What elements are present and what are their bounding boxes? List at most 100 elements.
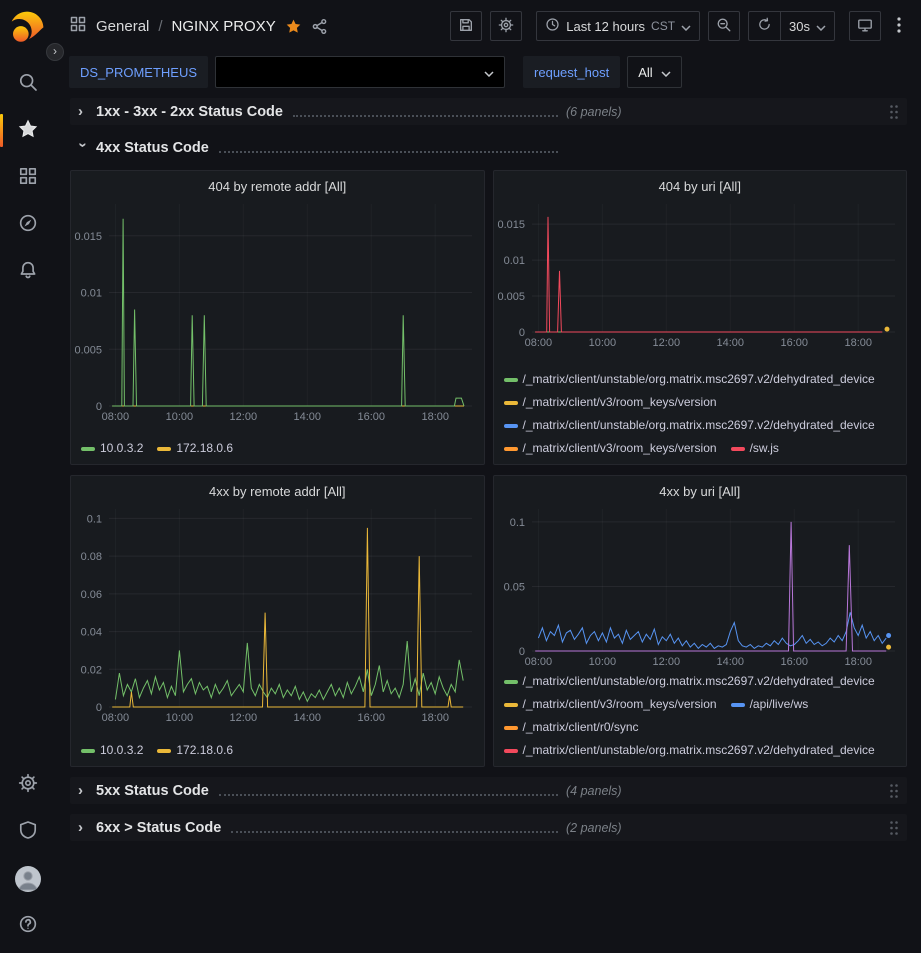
sidebar-item-dashboards[interactable] — [0, 154, 55, 201]
variable-label-request-host[interactable]: request_host — [523, 56, 620, 88]
legend-label: 10.0.3.2 — [100, 439, 143, 458]
refresh-control: 30s — [748, 11, 835, 41]
legend-label: /_matrix/client/unstable/org.matrix.msc2… — [523, 741, 875, 760]
legend-item[interactable]: /_matrix/client/unstable/org.matrix.msc2… — [504, 741, 875, 760]
legend-swatch — [504, 703, 518, 707]
save-dashboard-button[interactable] — [450, 11, 482, 41]
sidebar-item-search[interactable] — [0, 60, 55, 107]
chevron-down-icon — [681, 19, 691, 34]
refresh-interval-dropdown[interactable]: 30s — [780, 11, 835, 41]
sidebar-item-configuration[interactable] — [0, 761, 55, 808]
variable-value-request-host[interactable]: All — [627, 56, 681, 88]
svg-text:0: 0 — [96, 401, 102, 413]
share-icon[interactable] — [311, 18, 328, 35]
svg-text:08:00: 08:00 — [102, 712, 130, 724]
svg-text:0.04: 0.04 — [81, 627, 102, 639]
chevron-right-icon: › — [78, 782, 88, 799]
legend-label: /_matrix/client/unstable/org.matrix.msc2… — [523, 672, 875, 691]
panel-title[interactable]: 404 by uri [All] — [494, 171, 907, 196]
panel-grid-row-2: 4xx by remote addr [All] 08:0010:0012:00… — [70, 475, 907, 767]
time-range-picker[interactable]: Last 12 hours CST — [536, 11, 700, 41]
chevron-down-icon: › — [75, 143, 92, 153]
row-drag-handle[interactable] — [889, 820, 899, 836]
row-leader-dots — [231, 831, 558, 833]
legend-item[interactable]: /_matrix/client/v3/room_keys/version — [504, 393, 717, 412]
tv-mode-button[interactable] — [849, 11, 881, 41]
variable-label-datasource[interactable]: DS_PROMETHEUS — [69, 56, 208, 88]
breadcrumb-title[interactable]: NGINX PROXY — [172, 18, 276, 35]
panel-title[interactable]: 404 by remote addr [All] — [71, 171, 484, 196]
chevron-right-icon: › — [78, 819, 88, 836]
legend-item[interactable]: /sw.js — [731, 439, 779, 458]
dashboard-row-6xx[interactable]: › 6xx > Status Code (2 panels) — [70, 814, 907, 841]
refresh-button[interactable] — [748, 11, 780, 41]
legend-swatch — [504, 378, 518, 382]
legend-item[interactable]: /_matrix/client/unstable/org.matrix.msc2… — [504, 416, 875, 435]
sidebar-item-alerting[interactable] — [0, 248, 55, 295]
legend-item[interactable]: 10.0.3.2 — [81, 741, 143, 760]
legend-item[interactable]: 172.18.0.6 — [157, 741, 233, 760]
breadcrumb-section[interactable]: General — [96, 18, 149, 35]
legend-item[interactable]: /_matrix/client/r0/sync — [504, 718, 639, 737]
dashboard-row-5xx[interactable]: › 5xx Status Code (4 panels) — [70, 777, 907, 804]
legend-item[interactable]: 10.0.3.2 — [81, 439, 143, 458]
legend-item[interactable]: /_matrix/client/v3/room_keys/version — [504, 695, 717, 714]
sidebar-item-server-admin[interactable] — [0, 808, 55, 855]
grafana-logo[interactable] — [9, 8, 47, 46]
legend-item[interactable]: 172.18.0.6 — [157, 439, 233, 458]
zoom-out-button[interactable] — [708, 11, 740, 41]
svg-text:16:00: 16:00 — [780, 337, 808, 349]
svg-text:12:00: 12:00 — [230, 712, 258, 724]
legend-label: /_matrix/client/v3/room_keys/version — [523, 439, 717, 458]
svg-text:14:00: 14:00 — [716, 337, 744, 349]
bell-icon — [18, 260, 38, 283]
svg-text:10:00: 10:00 — [588, 656, 616, 668]
legend-item[interactable]: /api/live/ws — [731, 695, 809, 714]
row-panel-count: (4 panels) — [566, 784, 622, 798]
sidebar-item-profile[interactable] — [0, 855, 55, 902]
variables-bar: DS_PROMETHEUS request_host All — [55, 52, 921, 92]
legend-item[interactable]: /_matrix/client/unstable/org.matrix.msc2… — [504, 370, 875, 389]
more-options-button[interactable] — [889, 17, 909, 36]
svg-text:14:00: 14:00 — [716, 656, 744, 668]
legend-label: 172.18.0.6 — [176, 439, 233, 458]
svg-text:10:00: 10:00 — [588, 337, 616, 349]
row-drag-handle[interactable] — [889, 783, 899, 799]
legend-item[interactable]: /_matrix/client/unstable/org.matrix.msc2… — [504, 672, 875, 691]
sidebar-expand-button[interactable]: › — [46, 43, 64, 61]
svg-text:08:00: 08:00 — [524, 656, 552, 668]
time-series-chart[interactable]: 08:0010:0012:0014:0016:0018:0000.0050.01… — [71, 196, 484, 424]
sidebar-item-help[interactable] — [0, 902, 55, 949]
monitor-icon — [857, 17, 873, 36]
time-series-chart[interactable]: 08:0010:0012:0014:0016:0018:0000.050.1 — [494, 501, 907, 669]
row-panel-count: (2 panels) — [566, 821, 622, 835]
panel-title[interactable]: 4xx by uri [All] — [494, 476, 907, 501]
panel-title[interactable]: 4xx by remote addr [All] — [71, 476, 484, 501]
variable-value-datasource[interactable] — [215, 56, 505, 88]
legend-item[interactable]: /_matrix/client/v3/room_keys/version — [504, 439, 717, 458]
legend-swatch — [81, 447, 95, 451]
favorite-star-icon[interactable] — [285, 18, 302, 35]
svg-text:16:00: 16:00 — [780, 656, 808, 668]
svg-text:18:00: 18:00 — [421, 411, 449, 423]
svg-text:0.05: 0.05 — [503, 581, 524, 593]
time-series-chart[interactable]: 08:0010:0012:0014:0016:0018:0000.0050.01… — [494, 196, 907, 350]
dashboard-row-4xx[interactable]: › 4xx Status Code — [70, 134, 907, 161]
row-drag-handle[interactable] — [889, 104, 899, 120]
panel-grid-row-1: 404 by remote addr [All] 08:0010:0012:00… — [70, 170, 907, 465]
time-series-chart[interactable]: 08:0010:0012:0014:0016:0018:0000.020.040… — [71, 501, 484, 725]
legend-swatch — [81, 749, 95, 753]
star-icon — [18, 119, 38, 142]
row-leader-dots — [219, 151, 558, 153]
legend-label: 172.18.0.6 — [176, 741, 233, 760]
compass-icon — [18, 213, 38, 236]
dashboard-row-1xx-3xx-2xx[interactable]: › 1xx - 3xx - 2xx Status Code (6 panels) — [70, 98, 907, 125]
sidebar-item-starred[interactable] — [0, 107, 55, 154]
svg-text:0.08: 0.08 — [81, 551, 102, 563]
legend-swatch — [504, 680, 518, 684]
top-nav: General / NGINX PROXY Last 12 ho — [55, 0, 921, 52]
avatar — [15, 866, 41, 892]
sidebar-item-explore[interactable] — [0, 201, 55, 248]
dashboard-settings-button[interactable] — [490, 11, 522, 41]
variable-datasource: DS_PROMETHEUS — [69, 56, 505, 88]
